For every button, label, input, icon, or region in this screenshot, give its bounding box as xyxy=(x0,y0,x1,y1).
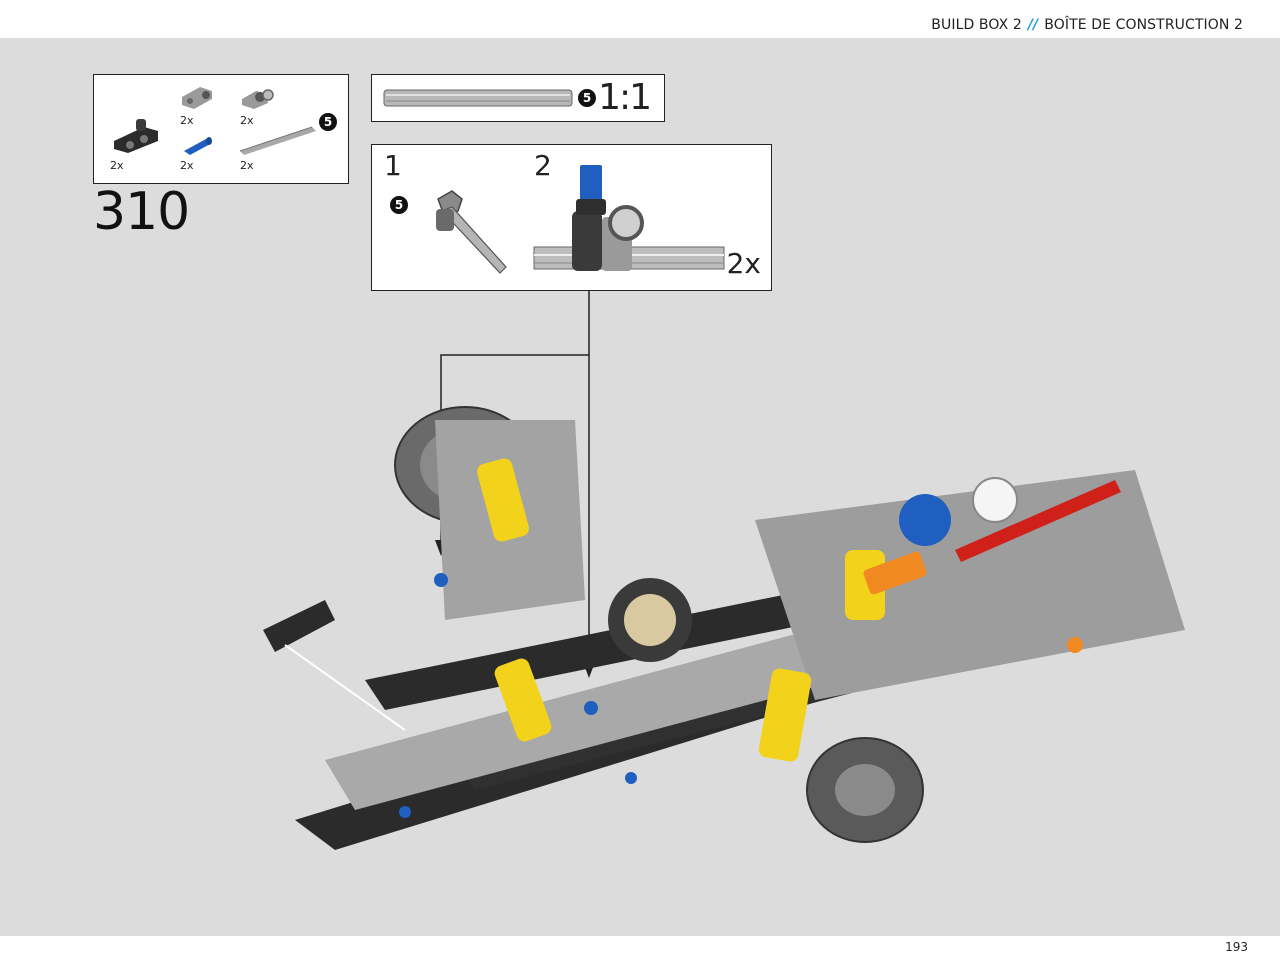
chassis-assembly-illustration xyxy=(263,406,1185,850)
page-footer: 193 xyxy=(0,936,1280,974)
page-number: 193 xyxy=(1225,940,1248,954)
